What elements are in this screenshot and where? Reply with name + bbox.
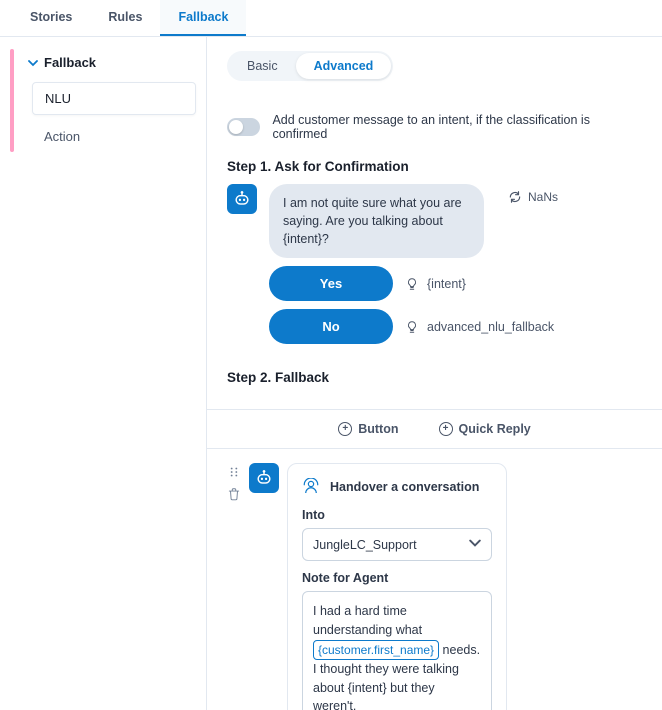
mode-basic[interactable]: Basic (229, 53, 296, 79)
step1-title: Step 1. Ask for Confirmation (227, 159, 642, 174)
plus-icon: + (439, 422, 453, 436)
into-select[interactable]: JungleLC_Support (302, 528, 492, 561)
no-target[interactable]: advanced_nlu_fallback (405, 320, 554, 334)
handover-icon (302, 478, 320, 496)
sidebar: Fallback NLU Action (0, 37, 207, 710)
note-label: Note for Agent (302, 571, 492, 585)
yes-button[interactable]: Yes (269, 266, 393, 301)
sidebar-header-label: Fallback (44, 55, 96, 70)
add-quick-reply-label: Quick Reply (459, 422, 531, 436)
into-label: Into (302, 508, 492, 522)
add-to-intent-label: Add customer message to an intent, if th… (272, 113, 642, 141)
tab-rules[interactable]: Rules (90, 0, 160, 36)
bot-icon (249, 463, 279, 493)
yes-target[interactable]: {intent} (405, 277, 466, 291)
add-quick-reply[interactable]: + Quick Reply (439, 422, 531, 436)
sidebar-accent (10, 49, 14, 152)
divider (207, 448, 662, 449)
tab-stories[interactable]: Stories (12, 0, 90, 36)
step2-title: Step 2. Fallback (227, 370, 642, 385)
add-to-intent-toggle[interactable] (227, 118, 260, 136)
sidebar-item-nlu[interactable]: NLU (32, 82, 196, 115)
no-button[interactable]: No (269, 309, 393, 344)
refresh-icon (508, 190, 522, 204)
into-value: JungleLC_Support (313, 538, 417, 552)
chevron-down-icon (28, 58, 38, 68)
no-target-label: advanced_nlu_fallback (427, 320, 554, 334)
bot-message[interactable]: I am not quite sure what you are saying.… (269, 184, 484, 258)
mode-pill: Basic Advanced (227, 51, 393, 81)
card-title: Handover a conversation (330, 480, 479, 494)
yes-target-label: {intent} (427, 277, 466, 291)
tab-fallback[interactable]: Fallback (160, 0, 246, 36)
nans-badge[interactable]: NaNs (508, 190, 558, 204)
template-variable-tag[interactable]: {customer.first_name} (313, 640, 439, 660)
add-button-label: Button (358, 422, 398, 436)
drag-handle-icon[interactable] (227, 465, 241, 479)
note-textarea[interactable]: I had a hard time understanding what {cu… (302, 591, 492, 710)
top-tabs: Stories Rules Fallback (0, 0, 662, 37)
sidebar-item-action[interactable]: Action (32, 121, 196, 152)
nans-label: NaNs (528, 190, 558, 204)
sidebar-header[interactable]: Fallback (20, 49, 196, 76)
bot-icon (227, 184, 257, 214)
note-prefix: I had a hard time understanding what (313, 604, 422, 637)
add-button[interactable]: + Button (338, 422, 398, 436)
handover-card: Handover a conversation Into JungleLC_Su… (287, 463, 507, 710)
bulb-icon (405, 277, 419, 291)
chevron-down-icon (469, 537, 481, 552)
content: Basic Advanced Add customer message to a… (207, 37, 662, 710)
plus-icon: + (338, 422, 352, 436)
mode-advanced[interactable]: Advanced (296, 53, 392, 79)
trash-icon[interactable] (227, 487, 241, 501)
bulb-icon (405, 320, 419, 334)
